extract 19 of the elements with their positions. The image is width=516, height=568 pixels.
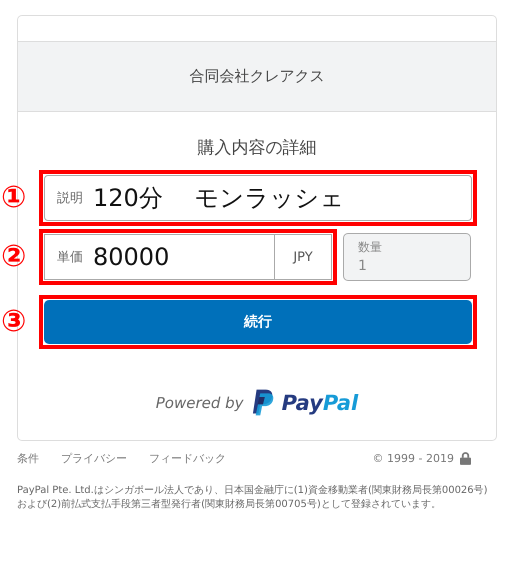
description-field[interactable]: 説明 120分 モンラッシェ <box>44 175 472 221</box>
lock-icon <box>460 452 471 465</box>
paypal-logo-text: PayPal <box>282 390 358 414</box>
powered-by-text: Powered by <box>156 394 244 412</box>
currency-label: JPY <box>274 235 331 279</box>
copyright-text: © 1999 - 2019 <box>372 452 454 465</box>
section-heading: 購入内容の詳細 <box>196 137 318 160</box>
merchant-name: 合同会社クレアクス <box>190 67 324 86</box>
footer-link[interactable]: フィードバック <box>149 451 226 466</box>
footer-link[interactable]: 条件 <box>17 451 39 466</box>
paypal-logo-icon <box>252 389 274 416</box>
price-field[interactable]: 単価 80000 JPY <box>44 234 332 280</box>
quantity-field[interactable]: 数量 1 <box>343 233 471 281</box>
legal-notice: PayPal Pte. Ltd.はシンガポール法人であり、日本国金融庁に(1)資金移動業者(関東財務局長第00026号)および(2)前払式支払手段第三者型発行者(関東財務局長第00705号)として登録されています。 <box>17 484 489 511</box>
step-number: ③ <box>1 307 26 337</box>
footer-link[interactable]: プライバシー <box>61 451 127 466</box>
continue-button[interactable]: 続行 <box>44 300 472 344</box>
step-number: ① <box>1 183 26 213</box>
step-number: ② <box>1 242 26 272</box>
